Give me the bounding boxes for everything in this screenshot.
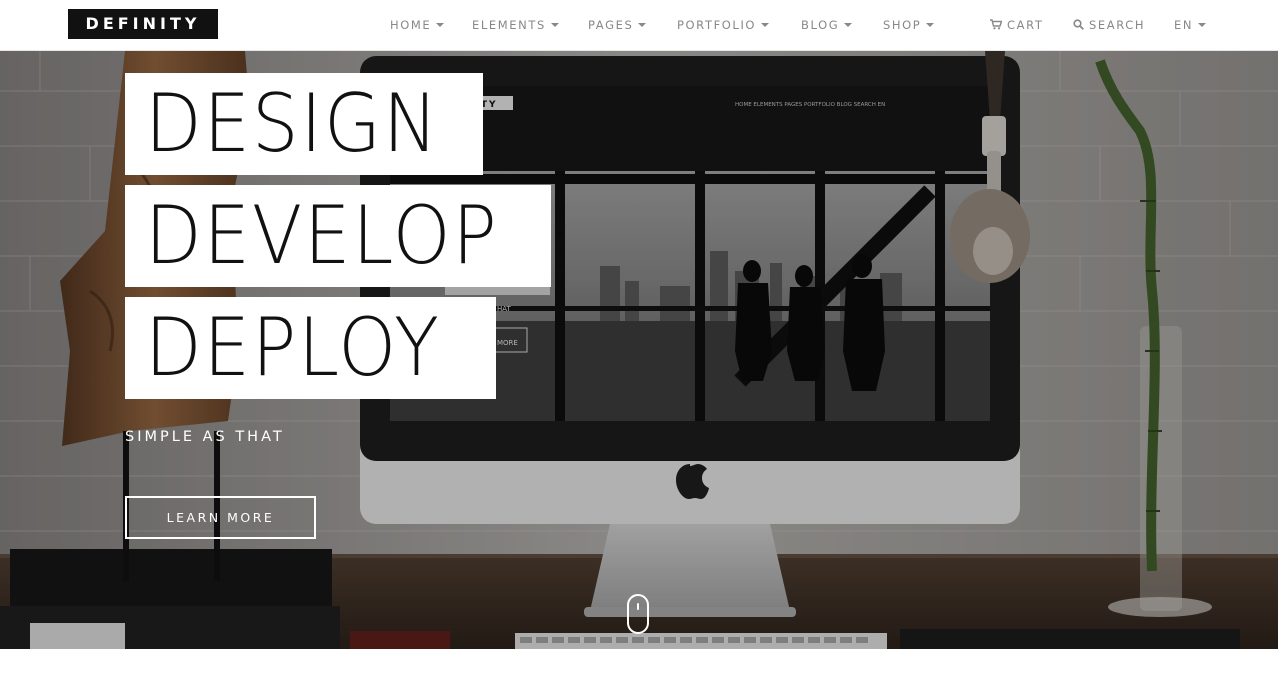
nav-item-label: ELEMENTS — [472, 18, 546, 32]
caret-down-icon — [926, 22, 935, 27]
nav-item-label: HOME — [390, 18, 432, 32]
search-label: SEARCH — [1089, 18, 1146, 32]
learn-more-button[interactable]: LEARN MORE — [125, 496, 316, 539]
nav-item-portfolio[interactable]: PORTFOLIO — [677, 0, 770, 51]
nav-item-label: SHOP — [883, 18, 922, 32]
hero-headline-line-1: DESIGN — [125, 73, 483, 175]
hero-tagline: SIMPLE AS THAT — [125, 429, 285, 445]
caret-down-icon — [436, 22, 445, 27]
caret-down-icon — [550, 22, 559, 27]
cart-label: CART — [1007, 18, 1044, 32]
hero-section: NITY HOME ELEMENTS PAGES PORTFOLIO BLOG … — [0, 51, 1278, 649]
language-label: EN — [1174, 18, 1194, 32]
caret-down-icon — [844, 22, 853, 27]
nav-item-blog[interactable]: BLOG — [801, 0, 853, 51]
nav-item-shop[interactable]: SHOP — [883, 0, 935, 51]
search-icon — [1073, 19, 1084, 30]
site-logo[interactable]: DEFINITY — [68, 9, 218, 39]
caret-down-icon — [1198, 22, 1207, 27]
caret-down-icon — [761, 22, 770, 27]
nav-item-home[interactable]: HOME — [390, 0, 445, 51]
hero-headline-line-2: DEVELOP — [125, 185, 551, 287]
nav-item-label: PAGES — [588, 18, 634, 32]
hero-headline-line-3: DEPLOY — [125, 297, 496, 399]
language-selector[interactable]: EN — [1174, 0, 1207, 51]
mouse-scroll-icon[interactable] — [627, 594, 649, 634]
caret-down-icon — [638, 22, 647, 27]
top-navbar: DEFINITY HOME ELEMENTS PAGES PORTFOLIO B… — [0, 0, 1278, 51]
nav-item-pages[interactable]: PAGES — [588, 0, 647, 51]
nav-cart-link[interactable]: CART — [990, 0, 1043, 51]
nav-item-label: BLOG — [801, 18, 840, 32]
page-content-start — [0, 649, 1278, 699]
nav-search-link[interactable]: SEARCH — [1073, 0, 1145, 51]
cart-icon — [990, 19, 1002, 30]
nav-item-label: PORTFOLIO — [677, 18, 757, 32]
nav-item-elements[interactable]: ELEMENTS — [472, 0, 559, 51]
